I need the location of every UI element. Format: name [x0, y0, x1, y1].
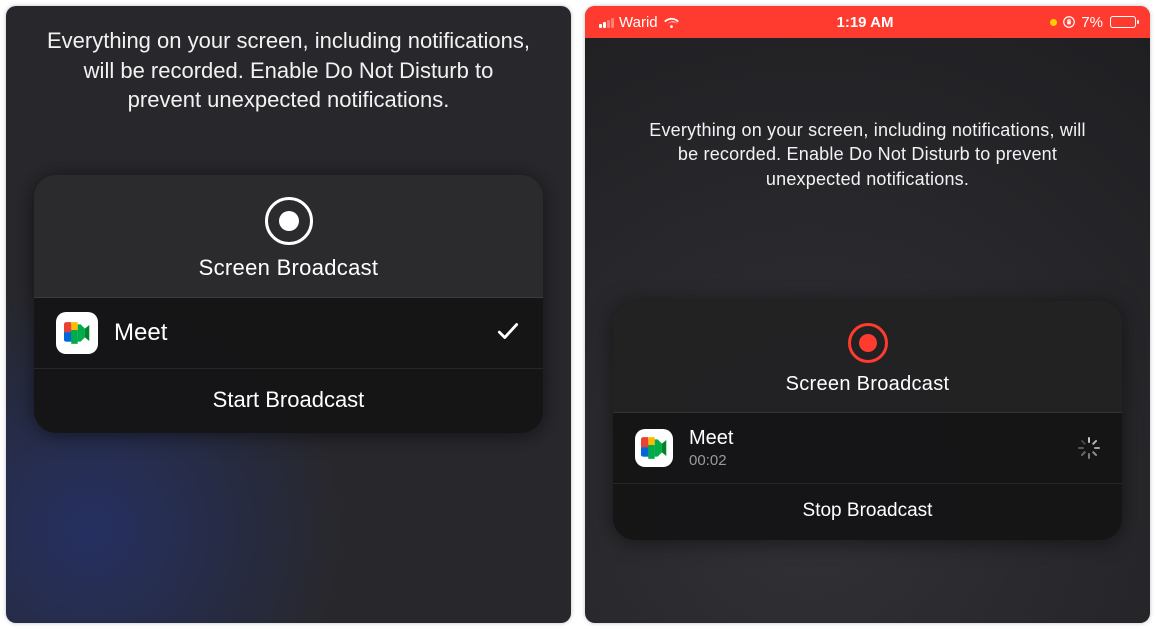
broadcast-sheet-header: Screen Broadcast [34, 175, 543, 298]
meet-app-icon [635, 429, 673, 467]
broadcast-sheet-header: Screen Broadcast [613, 301, 1122, 413]
status-bar: Warid 1:19 AM 7% [585, 6, 1150, 38]
signal-icon [599, 16, 614, 28]
wifi-icon [663, 16, 680, 29]
record-icon [265, 197, 313, 245]
meet-app-icon [56, 312, 98, 354]
screenshot-left: Everything on your screen, including not… [6, 6, 571, 623]
broadcast-sheet: Screen Broadcast Meet 00:02 [613, 301, 1122, 540]
carrier-label: Warid [619, 14, 658, 31]
broadcast-elapsed-time: 00:02 [689, 452, 1062, 469]
screenshot-right: Warid 1:19 AM 7% Everything on your scre… [585, 6, 1150, 623]
record-icon [848, 323, 888, 363]
check-icon [495, 318, 521, 349]
statusbar-time: 1:19 AM [836, 14, 893, 31]
battery-percent-label: 7% [1081, 14, 1103, 31]
stop-broadcast-button[interactable]: Stop Broadcast [613, 484, 1122, 540]
recording-indicator-icon [1050, 19, 1057, 26]
broadcast-app-name: Meet [689, 427, 1062, 450]
sheet-title: Screen Broadcast [199, 255, 379, 281]
broadcast-app-row[interactable]: Meet [34, 298, 543, 369]
orientation-lock-icon [1062, 15, 1076, 29]
broadcast-app-row[interactable]: Meet 00:02 [613, 413, 1122, 484]
start-broadcast-button[interactable]: Start Broadcast [34, 369, 543, 433]
advisory-text: Everything on your screen, including not… [6, 6, 571, 115]
advisory-text: Everything on your screen, including not… [585, 38, 1150, 191]
loading-spinner-icon [1078, 437, 1100, 459]
broadcast-app-name: Meet [114, 319, 479, 347]
broadcast-sheet: Screen Broadcast Meet Start Br [34, 175, 543, 433]
sheet-title: Screen Broadcast [786, 373, 950, 396]
battery-icon [1110, 16, 1136, 28]
